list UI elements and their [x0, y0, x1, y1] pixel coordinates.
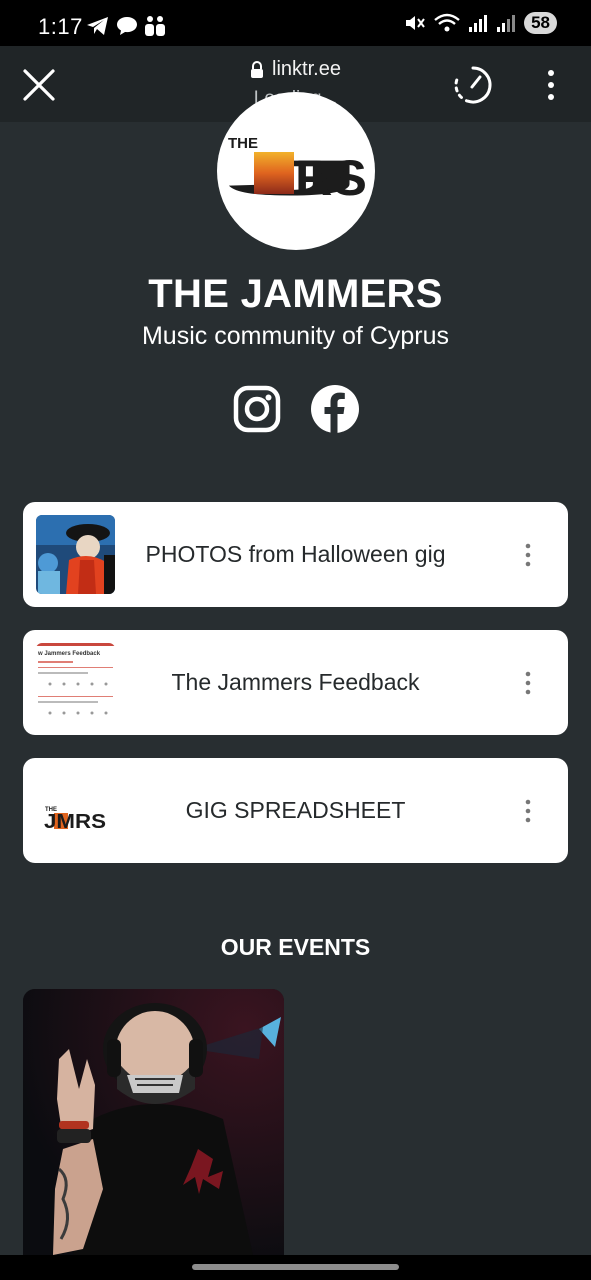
system-nav-bar	[0, 1255, 591, 1280]
jmrs-logo: THE J RS	[225, 135, 367, 206]
link-card-photos[interactable]: PHOTOS from Halloween gig	[23, 502, 568, 607]
lock-icon	[251, 60, 264, 78]
profile-name: THE JAMMERS	[148, 272, 443, 316]
signal-roaming-icon	[497, 15, 516, 32]
svg-text:RS: RS	[295, 150, 367, 206]
link-label: PHOTOS from Halloween gig	[145, 541, 446, 567]
status-bar: 1:17 58	[0, 0, 591, 46]
system-indicators: 58	[404, 12, 557, 34]
battery-indicator: 58	[524, 12, 557, 34]
profile-avatar: THE J RS	[217, 92, 375, 250]
home-gesture-bar[interactable]	[192, 1264, 399, 1270]
link-more-icon[interactable]	[518, 542, 538, 568]
facebook-icon[interactable]	[310, 384, 360, 434]
instagram-icon[interactable]	[232, 384, 282, 434]
wifi-icon	[434, 13, 460, 32]
link-card-feedback[interactable]: w Jammers Feedback The Jammers Feedback	[23, 630, 568, 735]
page-speed-icon[interactable]	[452, 64, 494, 106]
link-more-icon[interactable]	[518, 670, 538, 696]
url-text: linktr.ee	[272, 58, 341, 80]
teams-icon	[145, 16, 165, 36]
profile-description: Music community of Cyprus	[141, 322, 450, 350]
telegram-icon	[87, 17, 108, 35]
svg-text:w Jammers Feedback: w Jammers Feedback	[37, 651, 101, 657]
link-label: GIG SPREADSHEET	[185, 797, 406, 823]
chat-bubble-icon	[117, 17, 137, 35]
mute-icon	[406, 16, 425, 30]
dj-photo	[23, 989, 284, 1255]
event-card[interactable]	[23, 989, 284, 1255]
signal-icon	[469, 15, 488, 32]
svg-text:JMRS: JMRS	[44, 811, 106, 833]
clock: 1:17	[38, 14, 83, 39]
more-options-icon[interactable]	[538, 68, 564, 102]
notification-icons	[86, 15, 166, 37]
link-more-icon[interactable]	[518, 798, 538, 824]
events-heading: OUR EVENTS	[220, 934, 371, 960]
link-label: The Jammers Feedback	[171, 669, 420, 695]
link-card-spreadsheet[interactable]: THE JMRS GIG SPREADSHEET	[23, 758, 568, 863]
